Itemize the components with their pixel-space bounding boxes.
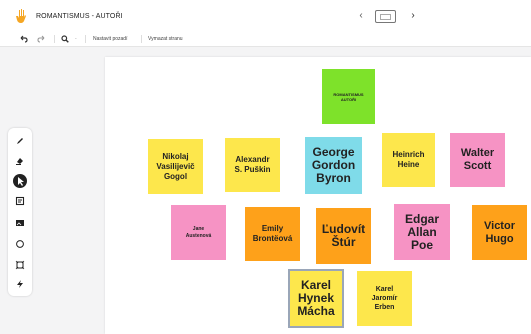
note-gogol[interactable]: Nikolaj Vasilijevič Gogol xyxy=(148,139,203,194)
undo-button[interactable] xyxy=(20,33,28,45)
circle-icon xyxy=(16,240,24,248)
note-bronte[interactable]: Emily Brontëová xyxy=(245,207,300,261)
note-tool[interactable] xyxy=(15,196,25,206)
note-erben[interactable]: Karel Jaromír Erben xyxy=(357,271,412,326)
note-byron[interactable]: George Gordon Byron xyxy=(305,137,362,194)
frame-icon xyxy=(15,260,25,270)
marker-icon xyxy=(16,158,23,165)
title-bar: ROMANTISMUS - AUTOŘI ‹ › xyxy=(0,0,531,32)
shape-tool[interactable] xyxy=(15,239,25,249)
note-text: Walter Scott xyxy=(460,147,495,172)
note-poe[interactable]: Edgar Allan Poe xyxy=(394,204,450,260)
image-icon xyxy=(16,220,24,226)
undo-icon xyxy=(20,35,28,43)
set-background-button[interactable]: Nastavit pozadí xyxy=(93,33,127,45)
zoom-button[interactable] xyxy=(61,33,69,45)
document-title: ROMANTISMUS - AUTOŘI xyxy=(36,13,123,20)
sticky-note-icon xyxy=(15,196,25,206)
note-text: Ľudovít Štúr xyxy=(321,222,366,249)
zoom-icon xyxy=(61,35,69,43)
select-tool[interactable] xyxy=(13,174,27,188)
note-text: Victor Hugo xyxy=(484,219,515,245)
lightning-icon xyxy=(17,280,23,288)
note-text: ROMANTISMUS AUTOŘI xyxy=(333,91,364,102)
note-macha[interactable]: Karel Hynek Mácha xyxy=(288,269,344,328)
note-romantismus[interactable]: ROMANTISMUS AUTOŘI xyxy=(322,69,375,124)
redo-button[interactable] xyxy=(37,33,45,45)
chevron-right-icon: › xyxy=(411,10,415,21)
previous-page-button[interactable]: ‹ xyxy=(354,9,368,23)
note-heine[interactable]: Heinrich Heine xyxy=(382,133,435,187)
note-puskin[interactable]: Alexandr S. Puškin xyxy=(225,138,280,192)
note-stur[interactable]: Ľudovít Štúr xyxy=(316,208,371,264)
note-text: Emily Brontëová xyxy=(252,224,293,243)
extra-tool[interactable] xyxy=(15,279,25,289)
cursor-icon xyxy=(18,177,24,186)
next-page-button[interactable]: › xyxy=(406,9,420,23)
page-thumbnail-icon[interactable] xyxy=(375,10,396,23)
note-text: Jane Austenová xyxy=(185,225,212,239)
note-scott[interactable]: Walter Scott xyxy=(450,133,505,187)
hand-wave-icon xyxy=(16,9,26,23)
pen-icon xyxy=(17,138,23,144)
note-austen[interactable]: Jane Austenová xyxy=(171,205,226,260)
zoom-out-button[interactable]: - xyxy=(75,33,77,45)
redo-icon xyxy=(37,35,45,43)
note-text: Karel Jaromír Erben xyxy=(371,286,398,311)
frame-tool[interactable] xyxy=(15,260,25,270)
note-text: George Gordon Byron xyxy=(311,145,356,185)
tool-palette xyxy=(8,128,32,296)
note-hugo[interactable]: Victor Hugo xyxy=(472,205,527,260)
pen-tool[interactable] xyxy=(15,136,25,146)
note-text: Edgar Allan Poe xyxy=(404,211,439,252)
clear-page-button[interactable]: Vymazat stranu xyxy=(148,33,183,45)
chevron-left-icon: ‹ xyxy=(359,10,363,21)
note-text: Alexandr S. Puškin xyxy=(234,155,271,174)
marker-tool[interactable] xyxy=(15,156,25,166)
note-text: Heinrich Heine xyxy=(392,150,425,169)
top-toolbar: - Nastavit pozadí Vymazat stranu xyxy=(0,32,531,47)
image-tool[interactable] xyxy=(15,218,25,228)
whiteboard-canvas[interactable]: ROMANTISMUS AUTOŘI Nikolaj Vasilijevič G… xyxy=(105,57,531,334)
note-text: Nikolaj Vasilijevič Gogol xyxy=(156,151,195,181)
note-text: Karel Hynek Mácha xyxy=(297,278,335,318)
